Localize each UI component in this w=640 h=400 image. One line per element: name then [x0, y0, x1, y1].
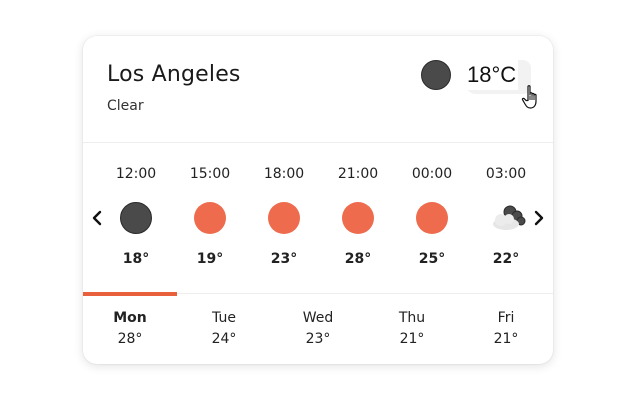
hour-time: 03:00	[485, 166, 527, 182]
moon-icon	[421, 60, 451, 90]
next-hours-button[interactable]	[531, 203, 547, 233]
day-name: Fri	[497, 310, 515, 326]
day-tab-thu[interactable]: Thu 21°	[365, 294, 459, 364]
sun-icon	[268, 202, 300, 234]
city-name: Los Angeles	[107, 62, 241, 87]
day-temperature: 28°	[117, 331, 143, 347]
previous-hours-button[interactable]	[89, 203, 105, 233]
sun-icon	[194, 202, 226, 234]
day-tab-fri[interactable]: Fri 21°	[459, 294, 553, 364]
day-name: Wed	[302, 310, 334, 326]
day-temperature: 23°	[305, 331, 331, 347]
hour-time: 00:00	[411, 166, 453, 182]
hour-temperature: 18°	[122, 251, 150, 267]
sun-icon	[342, 202, 374, 234]
day-temperature: 24°	[211, 331, 237, 347]
current-temperature: 18°C	[467, 60, 519, 90]
cloudy-night-icon	[493, 205, 526, 230]
weather-header: Los Angeles Clear 18°C	[83, 36, 553, 143]
day-tab-wed[interactable]: Wed 23°	[271, 294, 365, 364]
weather-widget: Los Angeles Clear 18°C 12:00 18° 15:00 1…	[83, 36, 553, 364]
hour-time: 18:00	[263, 166, 305, 182]
hour-time: 15:00	[189, 166, 231, 182]
chevron-left-icon	[92, 210, 102, 226]
day-name: Tue	[212, 310, 236, 326]
hand-cursor-icon	[521, 85, 537, 109]
hour-temperature: 25°	[418, 251, 446, 267]
moon-icon	[120, 202, 152, 234]
day-temperature: 21°	[399, 331, 425, 347]
day-name: Mon	[113, 310, 147, 326]
day-name: Thu	[398, 310, 426, 326]
day-tab-tue[interactable]: Tue 24°	[177, 294, 271, 364]
hour-temperature: 22°	[492, 251, 520, 267]
daily-forecast: Mon 28° Tue 24° Wed 23° Thu 21° Fri 21°	[83, 292, 553, 364]
hour-temperature: 23°	[270, 251, 298, 267]
hour-temperature: 28°	[344, 251, 372, 267]
hourly-forecast: 12:00 18° 15:00 19° 18:00 23° 21:00 28° …	[83, 143, 553, 293]
chevron-right-icon	[534, 210, 544, 226]
day-temperature: 21°	[493, 331, 519, 347]
sun-icon	[416, 202, 448, 234]
day-tab-mon[interactable]: Mon 28°	[83, 294, 177, 364]
hour-time: 12:00	[115, 166, 157, 182]
weather-condition: Clear	[107, 98, 144, 114]
hour-temperature: 19°	[196, 251, 224, 267]
hour-time: 21:00	[337, 166, 379, 182]
